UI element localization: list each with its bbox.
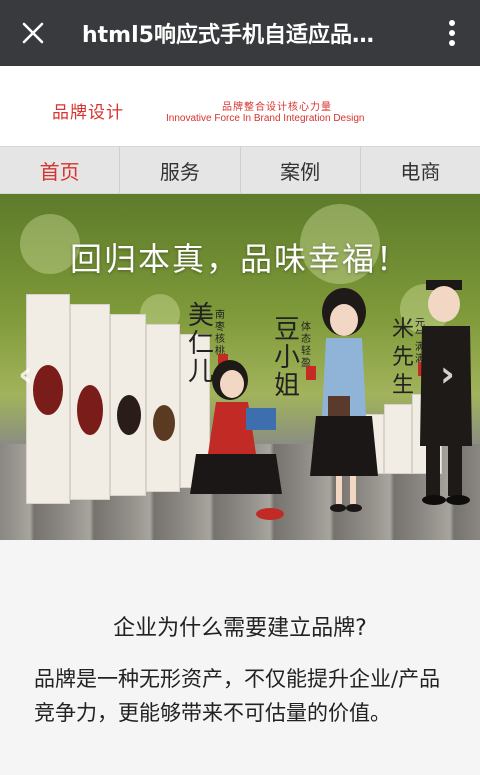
box-illustration	[77, 385, 103, 435]
section-heading: 企业为什么需要建立品牌?	[0, 610, 480, 642]
box-illustration	[117, 395, 141, 435]
content-section: 企业为什么需要建立品牌? 品牌是一种无形资产，不仅能提升企业/产品竞争力，更能够…	[0, 540, 480, 775]
banner-next-arrow[interactable]: ›	[440, 354, 455, 395]
nav-tab-home[interactable]: 首页	[0, 147, 120, 193]
nav-tab-ecommerce[interactable]: 电商	[361, 147, 480, 193]
product-box	[26, 294, 70, 504]
product-note: 南枣核桃	[214, 310, 226, 358]
product-box	[110, 314, 146, 496]
section-body: 品牌是一种无形资产，不仅能提升企业/产品竞争力，更能够带来不可估量的价值。	[34, 662, 454, 730]
close-button[interactable]	[0, 0, 66, 66]
main-nav: 首页 服务 案例 电商	[0, 146, 480, 194]
brand-tagline-en: Innovative Force In Brand Integration De…	[166, 113, 364, 124]
banner-headline: 回归本真，品味幸福！	[0, 234, 480, 280]
more-vertical-icon	[448, 19, 456, 47]
more-menu-button[interactable]	[424, 0, 480, 66]
page-title: html5响应式手机自适应品…	[66, 17, 424, 49]
brand-logo[interactable]: 品牌设计	[52, 98, 124, 123]
app-bar: html5响应式手机自适应品…	[0, 0, 480, 66]
close-icon	[21, 21, 45, 45]
box-illustration	[33, 365, 63, 415]
product-box	[146, 324, 180, 492]
character-girl-red-dress	[186, 354, 296, 534]
box-illustration	[153, 405, 175, 441]
brand-header: 品牌设计 品牌整合设计核心力量 Innovative Force In Bran…	[0, 66, 480, 146]
character-man-black-suit	[414, 276, 480, 516]
character-woman-blue-top	[296, 286, 386, 526]
product-box	[384, 404, 412, 474]
nav-tab-cases[interactable]: 案例	[241, 147, 361, 193]
brand-tagline-cn: 品牌整合设计核心力量	[222, 98, 332, 113]
nav-tab-services[interactable]: 服务	[120, 147, 240, 193]
product-box	[70, 304, 110, 500]
hero-banner[interactable]: 回归本真，品味幸福！ 美仁儿 豆小姐 米先生 南枣核桃 体态轻盈 元气满满	[0, 194, 480, 540]
banner-prev-arrow[interactable]: ‹	[18, 354, 33, 395]
